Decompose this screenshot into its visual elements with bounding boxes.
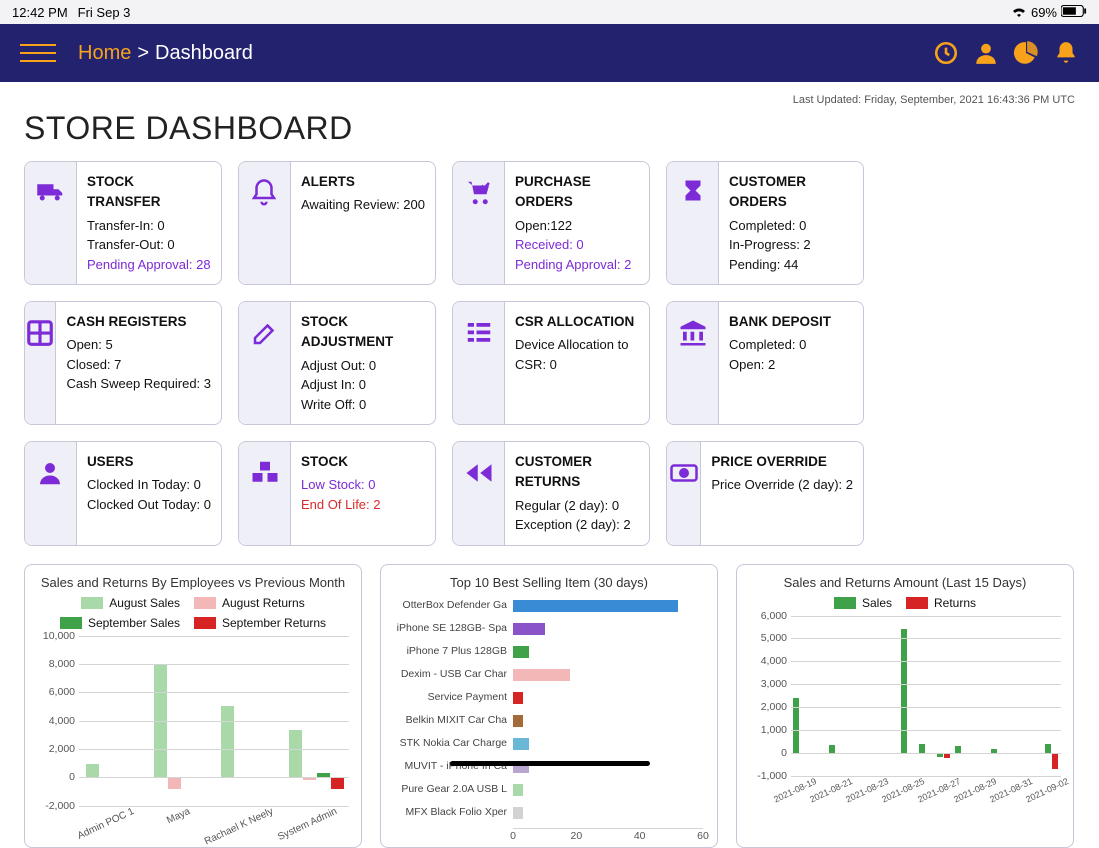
card-row: Closed: 7 — [66, 355, 211, 375]
chart-legend: August SalesAugust ReturnsSeptember Sale… — [37, 596, 349, 630]
person-icon — [35, 458, 65, 493]
hourglass-icon — [678, 178, 708, 213]
cards-grid: STOCK TRANSFER Transfer-In: 0 Transfer-O… — [24, 161, 1075, 546]
card-row: Adjust In: 0 — [301, 375, 425, 395]
truck-icon — [36, 178, 66, 213]
card-row[interactable]: Received: 0 — [515, 235, 639, 255]
card-title: BANK DEPOSIT — [729, 312, 853, 332]
clock-icon[interactable] — [933, 40, 959, 66]
chart-sales-returns-15d: Sales and Returns Amount (Last 15 Days) … — [736, 564, 1074, 848]
status-time: 12:42 PM — [12, 5, 68, 20]
card-row: Clocked In Today: 0 — [87, 475, 211, 495]
card-stock[interactable]: STOCK Low Stock: 0 End Of Life: 2 — [238, 441, 436, 546]
card-row: Cash Sweep Required: 3 — [66, 374, 211, 394]
card-row: Completed: 0 — [729, 335, 853, 355]
status-date: Fri Sep 3 — [78, 5, 131, 20]
chart-title: Top 10 Best Selling Item (30 days) — [393, 575, 705, 590]
card-cash-registers[interactable]: CASH REGISTERS Open: 5 Closed: 7 Cash Sw… — [24, 301, 222, 425]
grid-icon — [25, 318, 55, 353]
battery-percent: 69% — [1031, 5, 1057, 20]
card-title: STOCK TRANSFER — [87, 172, 211, 213]
bank-icon — [678, 318, 708, 353]
chart-title: Sales and Returns By Employees vs Previo… — [37, 575, 349, 590]
pie-chart-icon[interactable] — [1013, 40, 1039, 66]
top-nav: Home > Dashboard — [0, 24, 1099, 82]
card-title: CUSTOMER RETURNS — [515, 452, 639, 493]
wifi-icon — [1011, 5, 1027, 20]
cart-check-icon — [464, 178, 494, 213]
breadcrumb-sep: > — [137, 42, 149, 65]
card-row[interactable]: Low Stock: 0 — [301, 475, 425, 495]
card-row: Transfer-Out: 0 — [87, 235, 211, 255]
card-row: Price Override (2 day): 2 — [711, 475, 853, 495]
card-row: Write Off: 0 — [301, 395, 425, 415]
card-row[interactable]: End Of Life: 2 — [301, 495, 425, 515]
card-title: PURCHASE ORDERS — [515, 172, 639, 213]
status-bar: 12:42 PM Fri Sep 3 69% — [0, 0, 1099, 24]
card-row: Transfer-In: 0 — [87, 216, 211, 236]
home-indicator — [450, 761, 650, 766]
card-stock-adjustment[interactable]: STOCK ADJUSTMENT Adjust Out: 0 Adjust In… — [238, 301, 436, 425]
card-row: Awaiting Review: 200 — [301, 195, 425, 215]
card-price-override[interactable]: PRICE OVERRIDE Price Override (2 day): 2 — [666, 441, 864, 546]
card-alerts[interactable]: ALERTS Awaiting Review: 200 — [238, 161, 436, 285]
card-title: CASH REGISTERS — [66, 312, 211, 332]
card-customer-orders[interactable]: CUSTOMER ORDERS Completed: 0 In-Progress… — [666, 161, 864, 285]
card-csr-allocation[interactable]: CSR ALLOCATION Device Allocation to CSR:… — [452, 301, 650, 425]
card-stock-transfer[interactable]: STOCK TRANSFER Transfer-In: 0 Transfer-O… — [24, 161, 222, 285]
card-customer-returns[interactable]: CUSTOMER RETURNS Regular (2 day): 0 Exce… — [452, 441, 650, 546]
breadcrumb-home[interactable]: Home — [78, 42, 131, 65]
card-bank-deposit[interactable]: BANK DEPOSIT Completed: 0 Open: 2 — [666, 301, 864, 425]
breadcrumb: Home > Dashboard — [78, 42, 253, 65]
chart-title: Sales and Returns Amount (Last 15 Days) — [749, 575, 1061, 590]
card-title: ALERTS — [301, 172, 425, 192]
card-row: Adjust Out: 0 — [301, 356, 425, 376]
bell-outline-icon — [249, 178, 279, 213]
card-title: CSR ALLOCATION — [515, 312, 639, 332]
user-icon[interactable] — [973, 40, 999, 66]
card-purchase-orders[interactable]: PURCHASE ORDERS Open:122 Received: 0 Pen… — [452, 161, 650, 285]
card-row: In-Progress: 2 — [729, 235, 853, 255]
chart-sales-returns-employees: Sales and Returns By Employees vs Previo… — [24, 564, 362, 848]
card-title: CUSTOMER ORDERS — [729, 172, 853, 213]
card-row: Device Allocation to CSR: 0 — [515, 335, 639, 374]
bell-icon[interactable] — [1053, 40, 1079, 66]
cash-icon — [669, 458, 699, 493]
battery-icon — [1061, 5, 1087, 20]
card-title: STOCK ADJUSTMENT — [301, 312, 425, 353]
card-row: Open:122 — [515, 216, 639, 236]
last-updated: Last Updated: Friday, September, 2021 16… — [24, 94, 1075, 106]
card-row: Clocked Out Today: 0 — [87, 495, 211, 515]
menu-button[interactable] — [20, 33, 60, 73]
card-row: Pending: 44 — [729, 255, 853, 275]
card-row: Exception (2 day): 2 — [515, 515, 639, 535]
card-users[interactable]: USERS Clocked In Today: 0 Clocked Out To… — [24, 441, 222, 546]
card-title: STOCK — [301, 452, 425, 472]
card-row: Regular (2 day): 0 — [515, 496, 639, 516]
chart-legend: SalesReturns — [749, 596, 1061, 610]
breadcrumb-current: Dashboard — [155, 42, 253, 65]
charts-row: Sales and Returns By Employees vs Previo… — [24, 564, 1075, 848]
card-row[interactable]: Pending Approval: 2 — [515, 255, 639, 275]
chart-top-10: Top 10 Best Selling Item (30 days) 02040… — [380, 564, 718, 848]
card-title: PRICE OVERRIDE — [711, 452, 853, 472]
card-row: Open: 2 — [729, 355, 853, 375]
card-row: Completed: 0 — [729, 216, 853, 236]
card-row: Open: 5 — [66, 335, 211, 355]
page-title: STORE DASHBOARD — [24, 110, 1075, 147]
edit-icon — [250, 318, 280, 353]
card-row[interactable]: Pending Approval: 28 — [87, 255, 211, 275]
list-icon — [464, 318, 494, 353]
card-title: USERS — [87, 452, 211, 472]
boxes-icon — [250, 458, 280, 493]
rewind-icon — [464, 458, 494, 493]
